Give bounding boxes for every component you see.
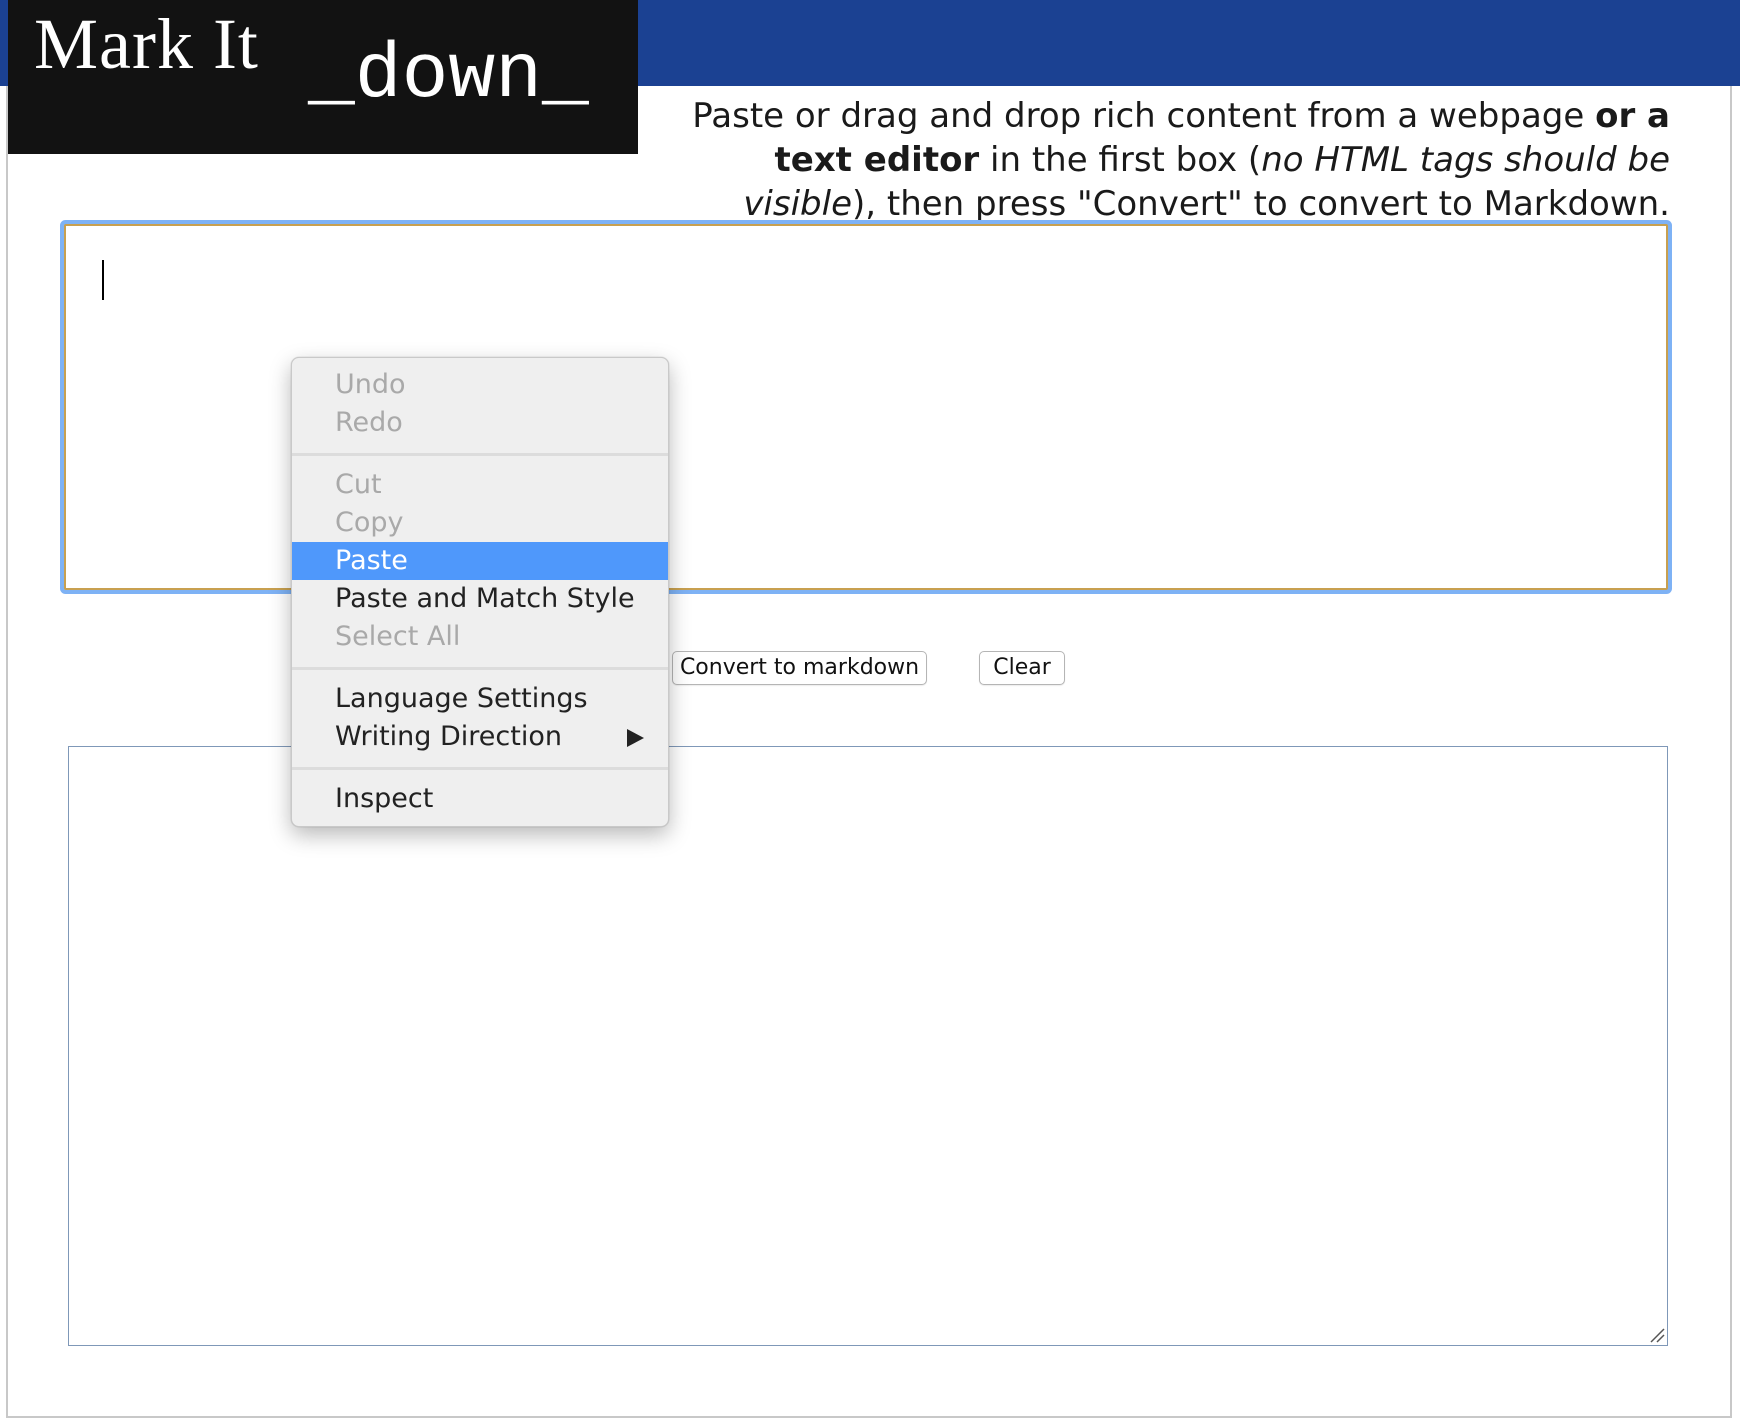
menu-item-undo[interactable]: Undo	[292, 366, 668, 404]
page: Mark It _down_ Paste or drag and drop ri…	[0, 0, 1740, 1418]
writing-direction-label: Writing Direction	[335, 721, 562, 752]
menu-separator	[292, 453, 668, 456]
markdown-output[interactable]	[68, 746, 1668, 1346]
menu-item-select-all[interactable]: Select All	[292, 618, 668, 656]
menu-separator	[292, 667, 668, 670]
text-caret	[102, 260, 104, 300]
intro-text: Paste or drag and drop rich content from…	[660, 94, 1670, 226]
menu-item-redo[interactable]: Redo	[292, 404, 668, 442]
convert-button[interactable]: Convert to markdown	[672, 651, 927, 685]
intro-part1: Paste or drag and drop rich content from…	[692, 96, 1596, 136]
context-menu: Undo Redo Cut Copy Paste Paste and Match…	[291, 357, 669, 827]
resize-grip-icon[interactable]	[1649, 1327, 1665, 1343]
menu-item-copy[interactable]: Copy	[292, 504, 668, 542]
menu-item-paste[interactable]: Paste	[292, 542, 668, 580]
logo-accent-text: _down_	[308, 32, 589, 120]
menu-item-cut[interactable]: Cut	[292, 466, 668, 504]
menu-item-paste-match-style[interactable]: Paste and Match Style	[292, 580, 668, 618]
submenu-arrow-icon	[627, 729, 644, 747]
intro-part3: ), then press "Convert" to convert to Ma…	[852, 184, 1670, 224]
logo-main-text: Mark It	[34, 4, 259, 84]
intro-part2: in the first box (	[979, 140, 1262, 180]
menu-item-inspect[interactable]: Inspect	[292, 780, 668, 818]
clear-button[interactable]: Clear	[979, 651, 1065, 685]
menu-item-language-settings[interactable]: Language Settings	[292, 680, 668, 718]
menu-separator	[292, 767, 668, 770]
site-logo[interactable]: Mark It _down_	[8, 0, 638, 154]
menu-item-writing-direction[interactable]: Writing Direction	[292, 718, 668, 756]
